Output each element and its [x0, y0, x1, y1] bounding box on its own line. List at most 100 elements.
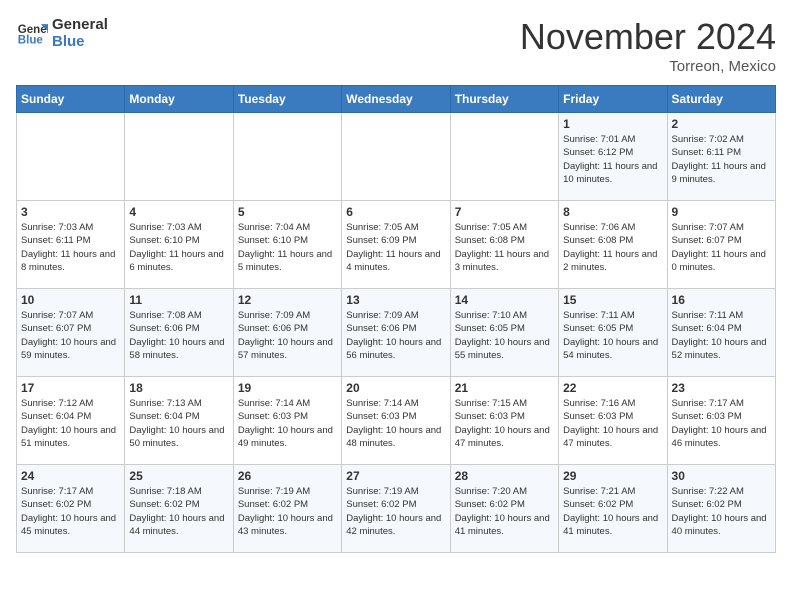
- day-info: Sunrise: 7:22 AM Sunset: 6:02 PM Dayligh…: [672, 485, 771, 538]
- calendar-cell: [233, 113, 341, 201]
- calendar-cell: 13 Sunrise: 7:09 AM Sunset: 6:06 PM Dayli…: [342, 289, 450, 377]
- calendar-cell: 11Sunrise: 7:08 AM Sunset: 6:06 PM Dayli…: [125, 289, 233, 377]
- week-row-1: 3Sunrise: 7:03 AM Sunset: 6:11 PM Daylig…: [17, 201, 776, 289]
- calendar-cell: 6 Sunrise: 7:05 AM Sunset: 6:09 PM Daylig…: [342, 201, 450, 289]
- calendar-cell: 7 Sunrise: 7:05 AM Sunset: 6:08 PM Daylig…: [450, 201, 558, 289]
- calendar-body: 1Sunrise: 7:01 AM Sunset: 6:12 PM Daylig…: [17, 113, 776, 553]
- header-friday: Friday: [559, 86, 667, 113]
- day-number: 1: [563, 117, 662, 131]
- calendar-cell: 30 Sunrise: 7:22 AM Sunset: 6:02 PM Dayli…: [667, 465, 775, 553]
- day-info: Sunrise: 7:11 AM Sunset: 6:04 PM Dayligh…: [672, 309, 771, 362]
- day-info: Sunrise: 7:19 AM Sunset: 6:02 PM Dayligh…: [238, 485, 337, 538]
- day-number: 5: [238, 205, 337, 219]
- day-number: 20: [346, 381, 445, 395]
- day-number: 24: [21, 469, 120, 483]
- calendar-cell: [450, 113, 558, 201]
- day-info: Sunrise: 7:09 AM Sunset: 6:06 PM Dayligh…: [346, 309, 445, 362]
- day-info: Sunrise: 7:02 AM Sunset: 6:11 PM Dayligh…: [672, 133, 771, 186]
- header-sunday: Sunday: [17, 86, 125, 113]
- day-info: Sunrise: 7:16 AM Sunset: 6:03 PM Dayligh…: [563, 397, 662, 450]
- day-info: Sunrise: 7:03 AM Sunset: 6:10 PM Dayligh…: [129, 221, 228, 274]
- day-info: Sunrise: 7:14 AM Sunset: 6:03 PM Dayligh…: [346, 397, 445, 450]
- calendar-cell: 5 Sunrise: 7:04 AM Sunset: 6:10 PM Daylig…: [233, 201, 341, 289]
- day-info: Sunrise: 7:17 AM Sunset: 6:02 PM Dayligh…: [21, 485, 120, 538]
- location: Torreon, Mexico: [520, 58, 776, 75]
- day-number: 11: [129, 293, 228, 307]
- day-number: 25: [129, 469, 228, 483]
- calendar-cell: [17, 113, 125, 201]
- day-info: Sunrise: 7:14 AM Sunset: 6:03 PM Dayligh…: [238, 397, 337, 450]
- calendar-cell: 15 Sunrise: 7:11 AM Sunset: 6:05 PM Dayli…: [559, 289, 667, 377]
- day-number: 4: [129, 205, 228, 219]
- calendar-cell: 1Sunrise: 7:01 AM Sunset: 6:12 PM Daylig…: [559, 113, 667, 201]
- month-title: November 2024: [520, 16, 776, 58]
- page-header: General Blue General Blue November 2024 …: [16, 16, 776, 75]
- calendar-cell: 12 Sunrise: 7:09 AM Sunset: 6:06 PM Dayli…: [233, 289, 341, 377]
- day-number: 12: [238, 293, 337, 307]
- day-number: 26: [238, 469, 337, 483]
- day-number: 19: [238, 381, 337, 395]
- day-info: Sunrise: 7:03 AM Sunset: 6:11 PM Dayligh…: [21, 221, 120, 274]
- calendar-cell: 4 Sunrise: 7:03 AM Sunset: 6:10 PM Daylig…: [125, 201, 233, 289]
- week-row-0: 1Sunrise: 7:01 AM Sunset: 6:12 PM Daylig…: [17, 113, 776, 201]
- logo-icon: General Blue: [16, 17, 48, 49]
- day-info: Sunrise: 7:09 AM Sunset: 6:06 PM Dayligh…: [238, 309, 337, 362]
- day-number: 13: [346, 293, 445, 307]
- day-info: Sunrise: 7:10 AM Sunset: 6:05 PM Dayligh…: [455, 309, 554, 362]
- day-info: Sunrise: 7:05 AM Sunset: 6:09 PM Dayligh…: [346, 221, 445, 274]
- calendar-cell: 8Sunrise: 7:06 AM Sunset: 6:08 PM Daylig…: [559, 201, 667, 289]
- day-info: Sunrise: 7:05 AM Sunset: 6:08 PM Dayligh…: [455, 221, 554, 274]
- calendar-cell: 20 Sunrise: 7:14 AM Sunset: 6:03 PM Dayli…: [342, 377, 450, 465]
- logo-line2: Blue: [52, 33, 108, 50]
- day-number: 18: [129, 381, 228, 395]
- week-row-4: 24 Sunrise: 7:17 AM Sunset: 6:02 PM Dayli…: [17, 465, 776, 553]
- week-row-2: 10 Sunrise: 7:07 AM Sunset: 6:07 PM Dayli…: [17, 289, 776, 377]
- day-info: Sunrise: 7:15 AM Sunset: 6:03 PM Dayligh…: [455, 397, 554, 450]
- day-info: Sunrise: 7:13 AM Sunset: 6:04 PM Dayligh…: [129, 397, 228, 450]
- calendar-cell: 21Sunrise: 7:15 AM Sunset: 6:03 PM Dayli…: [450, 377, 558, 465]
- calendar-header: SundayMondayTuesdayWednesdayThursdayFrid…: [17, 86, 776, 113]
- day-info: Sunrise: 7:12 AM Sunset: 6:04 PM Dayligh…: [21, 397, 120, 450]
- day-number: 2: [672, 117, 771, 131]
- day-info: Sunrise: 7:07 AM Sunset: 6:07 PM Dayligh…: [672, 221, 771, 274]
- day-number: 6: [346, 205, 445, 219]
- day-number: 23: [672, 381, 771, 395]
- calendar-cell: 16Sunrise: 7:11 AM Sunset: 6:04 PM Dayli…: [667, 289, 775, 377]
- logo: General Blue General Blue: [16, 16, 108, 50]
- calendar-cell: [125, 113, 233, 201]
- day-number: 29: [563, 469, 662, 483]
- day-number: 10: [21, 293, 120, 307]
- calendar-cell: 14 Sunrise: 7:10 AM Sunset: 6:05 PM Dayli…: [450, 289, 558, 377]
- header-saturday: Saturday: [667, 86, 775, 113]
- calendar-cell: 25 Sunrise: 7:18 AM Sunset: 6:02 PM Dayli…: [125, 465, 233, 553]
- day-info: Sunrise: 7:07 AM Sunset: 6:07 PM Dayligh…: [21, 309, 120, 362]
- calendar-cell: 23 Sunrise: 7:17 AM Sunset: 6:03 PM Dayli…: [667, 377, 775, 465]
- day-number: 9: [672, 205, 771, 219]
- calendar-cell: 27Sunrise: 7:19 AM Sunset: 6:02 PM Dayli…: [342, 465, 450, 553]
- header-thursday: Thursday: [450, 86, 558, 113]
- day-number: 7: [455, 205, 554, 219]
- day-info: Sunrise: 7:18 AM Sunset: 6:02 PM Dayligh…: [129, 485, 228, 538]
- day-info: Sunrise: 7:19 AM Sunset: 6:02 PM Dayligh…: [346, 485, 445, 538]
- calendar-cell: 26 Sunrise: 7:19 AM Sunset: 6:02 PM Dayli…: [233, 465, 341, 553]
- calendar-cell: 24 Sunrise: 7:17 AM Sunset: 6:02 PM Dayli…: [17, 465, 125, 553]
- day-info: Sunrise: 7:11 AM Sunset: 6:05 PM Dayligh…: [563, 309, 662, 362]
- day-number: 14: [455, 293, 554, 307]
- day-info: Sunrise: 7:21 AM Sunset: 6:02 PM Dayligh…: [563, 485, 662, 538]
- day-number: 15: [563, 293, 662, 307]
- header-monday: Monday: [125, 86, 233, 113]
- calendar-cell: 3Sunrise: 7:03 AM Sunset: 6:11 PM Daylig…: [17, 201, 125, 289]
- day-number: 22: [563, 381, 662, 395]
- week-row-3: 17 Sunrise: 7:12 AM Sunset: 6:04 PM Dayli…: [17, 377, 776, 465]
- calendar-cell: 10 Sunrise: 7:07 AM Sunset: 6:07 PM Dayli…: [17, 289, 125, 377]
- calendar-cell: [342, 113, 450, 201]
- calendar-cell: 17 Sunrise: 7:12 AM Sunset: 6:04 PM Dayli…: [17, 377, 125, 465]
- day-number: 8: [563, 205, 662, 219]
- day-info: Sunrise: 7:17 AM Sunset: 6:03 PM Dayligh…: [672, 397, 771, 450]
- day-number: 30: [672, 469, 771, 483]
- calendar-cell: 9 Sunrise: 7:07 AM Sunset: 6:07 PM Daylig…: [667, 201, 775, 289]
- day-number: 17: [21, 381, 120, 395]
- day-info: Sunrise: 7:04 AM Sunset: 6:10 PM Dayligh…: [238, 221, 337, 274]
- calendar-cell: 18 Sunrise: 7:13 AM Sunset: 6:04 PM Dayli…: [125, 377, 233, 465]
- header-wednesday: Wednesday: [342, 86, 450, 113]
